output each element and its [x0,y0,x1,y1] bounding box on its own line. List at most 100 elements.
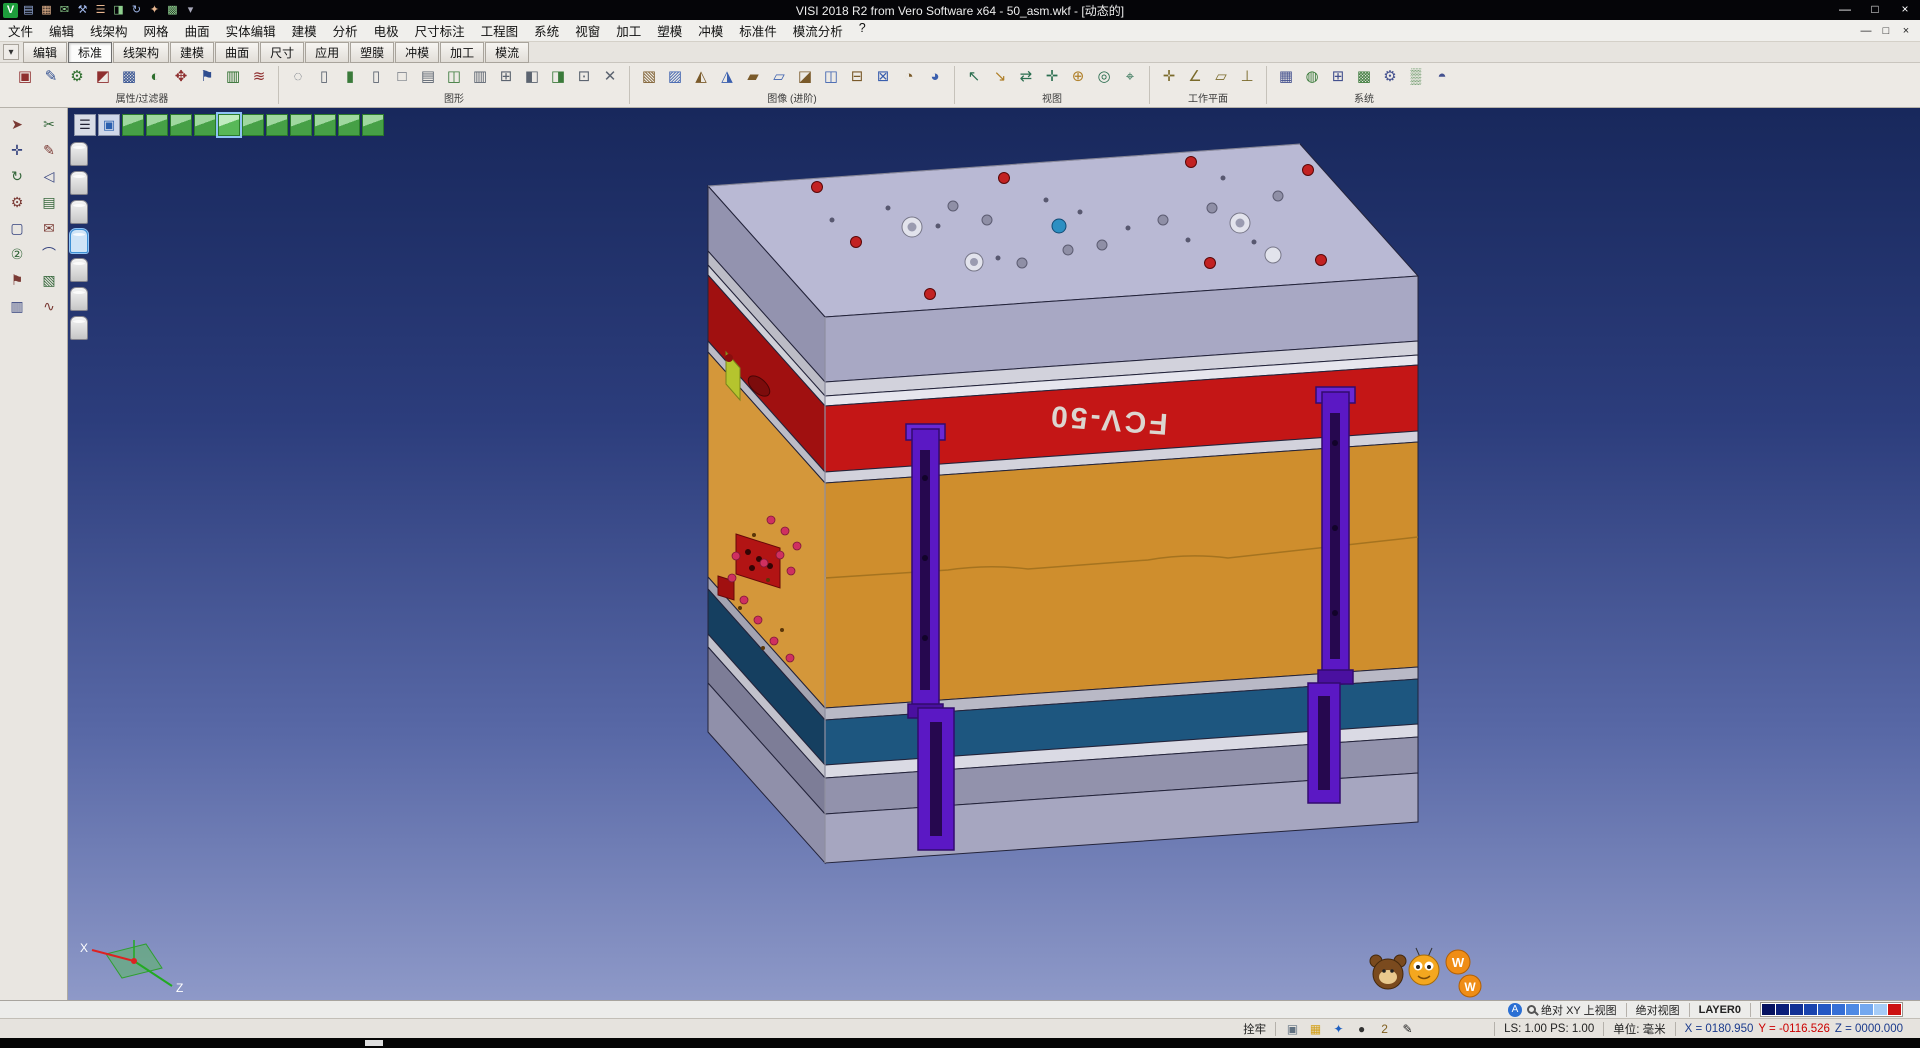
ribbon-tab[interactable]: 加工 [440,42,484,63]
toolbar-icon[interactable]: ◪ [794,66,816,88]
toolbar-icon[interactable]: ✛ [1158,66,1180,88]
menu-item[interactable]: ? [851,19,874,42]
toolbar-icon[interactable]: ▰ [742,66,764,88]
cylinder-filter-icon[interactable] [70,200,88,224]
toolbar-icon[interactable]: ▯ [313,66,335,88]
menu-item[interactable]: 线架构 [82,19,136,42]
sidebar-tool-icon[interactable]: ∿ [37,295,61,317]
status-icon[interactable]: 2 [1377,1022,1392,1036]
toolbar-icon[interactable]: ∠ [1184,66,1206,88]
sidebar-tool-icon[interactable]: ▢ [5,217,29,239]
status-icon[interactable]: ● [1354,1022,1369,1036]
color-palette-strip[interactable] [1760,1002,1903,1017]
quick-access-icon[interactable]: ⚒ [75,3,90,18]
toolbar-icon[interactable]: ▥ [469,66,491,88]
toolbar-icon[interactable]: ◐ [144,66,166,88]
sidebar-tool-icon[interactable]: ✎ [37,139,61,161]
toolbar-icon[interactable]: ▤ [417,66,439,88]
view-cube-icon[interactable] [122,114,144,136]
quick-access-icon[interactable]: ✦ [147,3,162,18]
cylinder-filter-icon[interactable] [70,142,88,166]
ribbon-tab[interactable]: 冲模 [395,42,439,63]
cylinder-filter-icon[interactable] [70,316,88,340]
sidebar-tool-icon[interactable]: ▧ [37,269,61,291]
sidebar-tool-icon[interactable]: ✂ [37,113,61,135]
snap-lock-label[interactable]: 拴牢 [1243,1021,1266,1037]
toolbar-icon[interactable]: ⇄ [1015,66,1037,88]
layer-color-swatch[interactable] [1832,1004,1845,1015]
toolbar-icon[interactable]: ◭ [690,66,712,88]
status-icon[interactable]: ▦ [1308,1022,1323,1036]
menu-item[interactable]: 分析 [325,19,366,42]
layer-color-swatch[interactable] [1874,1004,1887,1015]
layer-color-swatch[interactable] [1888,1004,1901,1015]
mdi-close-button[interactable]: × [1896,25,1916,37]
toolbar-icon[interactable]: ▣ [14,66,36,88]
menu-item[interactable]: 冲模 [690,19,731,42]
view-orientation-label[interactable]: 绝对 XY 上视图 [1541,1002,1617,1018]
ribbon-tab[interactable]: 标准 [68,42,112,63]
mold-assembly-model[interactable]: FCV-50 [68,108,1920,1000]
layer-color-swatch[interactable] [1804,1004,1817,1015]
menu-item[interactable]: 模流分析 [785,19,851,42]
screen-view-icon[interactable]: ▣ [98,114,120,136]
viewport-canvas[interactable]: FCV-50 ☰ [68,108,1920,1000]
ribbon-tab[interactable]: 塑膜 [350,42,394,63]
menu-item[interactable]: 系统 [526,19,567,42]
cylinder-filter-icon[interactable] [70,287,88,311]
menu-item[interactable]: 实体编辑 [218,19,284,42]
toolbar-icon[interactable]: ↘ [989,66,1011,88]
toolbar-icon[interactable]: ◎ [1093,66,1115,88]
quick-access-icon[interactable]: ▩ [165,3,180,18]
toolbar-icon[interactable]: ▧ [638,66,660,88]
view-cube-icon[interactable] [338,114,360,136]
toolbar-icon[interactable]: ✛ [1041,66,1063,88]
sidebar-tool-icon[interactable]: ⚙ [5,191,29,213]
status-icon[interactable]: ✎ [1400,1022,1415,1036]
sidebar-tool-icon[interactable]: ▥ [5,295,29,317]
menu-item[interactable]: 文件 [0,19,41,42]
toolbar-icon[interactable]: ⚙ [1379,66,1401,88]
mdi-restore-button[interactable]: □ [1876,25,1896,37]
cylinder-filter-icon[interactable] [70,171,88,195]
quick-access-icon[interactable]: ✉ [57,3,72,18]
quick-access-icon[interactable]: ▤ [21,3,36,18]
toolbar-icon[interactable]: ✎ [40,66,62,88]
ribbon-tab[interactable]: 曲面 [215,42,259,63]
toolbar-icon[interactable]: ◨ [547,66,569,88]
layer-color-swatch[interactable] [1776,1004,1789,1015]
absolute-view-label[interactable]: 绝对视图 [1636,1002,1680,1018]
magnifier-icon[interactable] [1527,1005,1536,1014]
tab-dropdown-caret-icon[interactable]: ▾ [3,44,19,60]
toolbar-icon[interactable]: ▱ [768,66,790,88]
menu-item[interactable]: 建模 [284,19,325,42]
toolbar-icon[interactable]: ✥ [170,66,192,88]
status-icon[interactable]: ✦ [1331,1022,1346,1036]
view-cube-icon[interactable] [362,114,384,136]
quick-access-icon[interactable]: ↻ [129,3,144,18]
view-cube-icon[interactable] [146,114,168,136]
menu-item[interactable]: 网格 [136,19,177,42]
menu-item[interactable]: 加工 [608,19,649,42]
layer-color-swatch[interactable] [1860,1004,1873,1015]
toolbar-icon[interactable]: ≋ [248,66,270,88]
menu-item[interactable]: 编辑 [41,19,82,42]
close-button[interactable]: × [1890,0,1920,20]
toolbar-icon[interactable]: ⊞ [1327,66,1349,88]
toolbar-icon[interactable]: ◔ [898,66,920,88]
toolbar-icon[interactable]: ◫ [443,66,465,88]
toolbar-icon[interactable]: ⚑ [196,66,218,88]
maximize-button[interactable]: □ [1860,0,1890,20]
canvas-menu-icon[interactable]: ☰ [74,114,96,136]
ribbon-tab[interactable]: 模流 [485,42,529,63]
visi-logo-icon[interactable]: V [3,3,18,18]
sidebar-tool-icon[interactable]: ✛ [5,139,29,161]
ribbon-tab[interactable]: 建模 [170,42,214,63]
menu-item[interactable]: 塑模 [649,19,690,42]
toolbar-icon[interactable]: ⊥ [1236,66,1258,88]
toolbar-icon[interactable]: ⊠ [872,66,894,88]
sidebar-tool-icon[interactable]: ② [5,243,29,265]
status-icon[interactable]: ▣ [1285,1022,1300,1036]
toolbar-icon[interactable]: ▮ [339,66,361,88]
menu-item[interactable]: 电极 [366,19,407,42]
